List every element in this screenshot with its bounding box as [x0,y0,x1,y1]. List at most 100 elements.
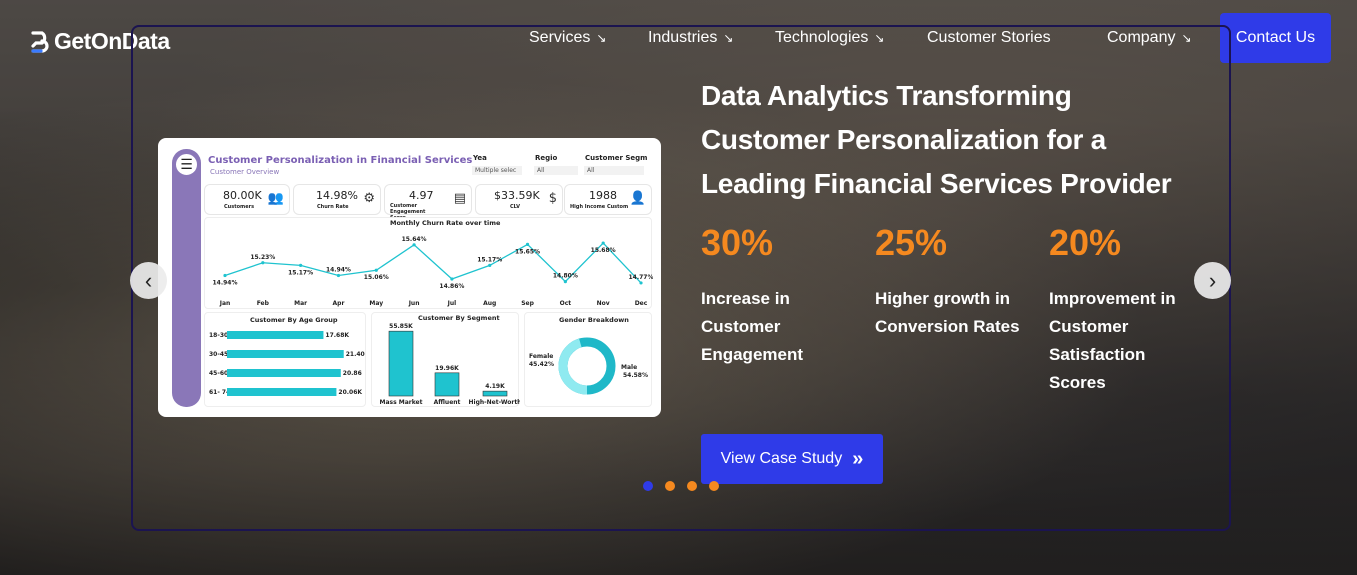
stat-2-text: Higher growth in Conversion Rates [875,289,1020,336]
churn-month-label: Nov [597,300,610,307]
segment-bar-chart: 55.85K Mass Market 19.96K Affluent 4.19K High… [380,323,521,406]
male-label: Male [621,364,637,371]
kpi-label: High Income Custom [570,204,629,210]
churn-data-label: 15.17% [288,269,313,276]
churn-data-label: 15.23% [250,254,275,261]
document-icon: ▤ [453,191,466,206]
churn-line-chart: 14.94% Jan 15.23% Feb 15.17% Mar 14.94% Apr 15.0… [213,236,654,307]
churn-data-label: 15.65% [515,248,540,255]
churn-data-label: 14.94% [326,266,351,273]
segment-category-label: Affluent [434,399,461,406]
stat-2-number: 25% [875,222,948,263]
stat-3-text: Improvement in Customer Satisfaction Sco… [1049,289,1176,392]
user-dollar-icon: 👤 [629,191,646,206]
kpi-value: 80.00K [223,189,262,202]
churn-month-label: Jun [408,300,420,307]
churn-month-label: Mar [294,300,307,307]
filter-year-label: Yea [473,154,487,162]
churn-point [601,241,605,245]
hero-headline: Data Analytics Transforming Customer Per… [701,80,1172,199]
churn-data-label: 14.77% [629,274,654,281]
age-bar-label: 20.86 [343,370,362,377]
people-icon: 👥 [267,191,284,206]
age-category-label: 30-45 [209,351,228,358]
logo-mark-icon [30,30,50,54]
money-icon: $ [548,191,557,206]
chevron-left-icon: ‹ [144,267,153,293]
age-category-label: 18-30 [209,332,228,339]
carousel-dot-2[interactable] [665,481,675,491]
age-bar-chart: 18-30 17.68K30-45 21.4045-60 20.8661- 74 20.… [209,331,365,396]
dashboard-subtitle: Customer Overview [210,168,280,176]
segment-category-label: Mass Market [380,399,423,406]
churn-point [488,263,492,268]
carousel-prev-button[interactable]: ‹ [130,262,167,299]
dashboard-sidebar [172,149,201,407]
churn-month-label: Aug [483,300,496,307]
churn-month-label: May [369,300,383,307]
segment-bar [434,372,460,397]
stat-1-text: Increase in Customer Engagement [701,289,804,364]
churn-point [525,242,530,246]
age-bar [227,388,337,396]
segment-bar [482,390,508,397]
segment-chart-panel: Customer By Segment 55.85K Mass Market 19.… [371,312,521,407]
kpi-churn: 14.98% Churn Rate ⚙ [293,184,381,215]
gender-donut-chart: Female45.42% Male54.58% [529,337,648,395]
churn-point [261,261,265,265]
age-bar-label: 17.68K [325,332,349,339]
churn-data-label: 15.64% [402,236,427,243]
churn-month-label: Feb [257,300,270,307]
menu-icon: ☰ [174,152,199,177]
carousel-dots [643,481,719,491]
female-value: 45.42% [529,361,554,368]
age-bar-label: 20.06K [338,389,362,396]
stat-1-number: 30% [701,222,774,263]
male-value: 54.58% [623,372,648,379]
churn-data-label: 14.86% [439,283,464,290]
age-chart-panel: Customer By Age Group 18-30 17.68K 30-45 21… [204,312,366,407]
cta-label: View Case Study [720,450,843,467]
segment-category-label: High-Net-Worth [469,399,520,406]
age-bar [227,331,324,339]
carousel-next-button[interactable]: › [1194,262,1231,299]
kpi-value: 1988 [589,189,617,202]
carousel-dot-4[interactable] [709,481,719,491]
kpi-value: $33.59K [494,189,540,202]
segment-bar-label: 55.85K [389,323,413,330]
kpi-value: 4.97 [409,189,434,202]
churn-month-label: Jan [219,300,231,307]
carousel-dot-3[interactable] [687,481,697,491]
age-category-label: 45-60 [209,370,228,377]
churn-month-label: Jul [447,300,457,307]
segment-bar-label: 19.96K [435,365,459,372]
churn-point [563,280,567,284]
churn-data-label: 15.17% [477,256,502,263]
view-case-study-button[interactable]: View Case Study » [701,434,883,484]
kpi-label: CLV [510,204,521,210]
dashboard-preview: ☰ Customer Personalization in Financial … [158,138,661,417]
churn-data-label: 15.06% [364,274,389,281]
filter-segment-value: All [584,166,644,175]
segment-bar [388,330,414,397]
double-chevron-right-icon: » [852,447,864,470]
filter-region-label: Regio [535,154,558,162]
kpi-value: 14.98% [316,189,358,202]
kpi-engagement: 4.97 Customer Engagement Score ▤ [384,184,472,221]
dashboard-title: Customer Personalization in Financial Se… [208,155,473,166]
churn-point [639,281,643,285]
churn-data-label: 15.68% [591,247,616,254]
churn-point [223,273,227,278]
kpi-clv: $33.59K CLV $ [475,184,563,215]
filter-year-value: Multiple selec [472,166,522,175]
contact-us-button[interactable]: Contact Us [1220,13,1331,63]
churn-month-label: Apr [333,300,345,307]
churn-point [299,263,303,268]
carousel-dot-1[interactable] [643,481,653,491]
churn-month-label: Dec [635,300,648,307]
kpi-label: Churn Rate [317,204,349,210]
churn-point [374,268,378,272]
age-bar [227,369,341,377]
kpi-customers: 80.00K Customers 👥 [204,184,290,215]
stat-3-number: 20% [1049,222,1122,263]
